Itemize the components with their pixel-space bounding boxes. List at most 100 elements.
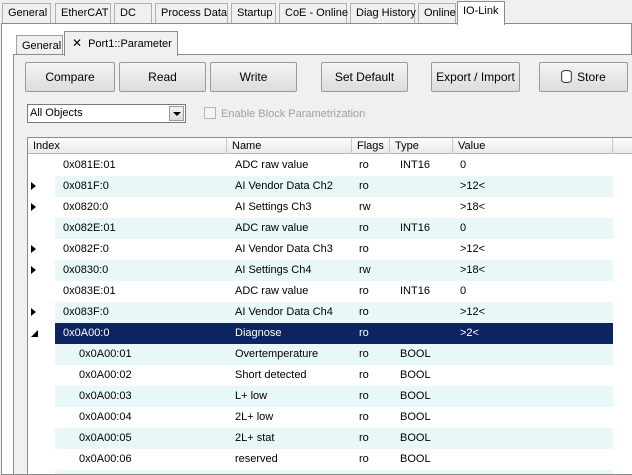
store-button[interactable]: Store	[539, 62, 628, 92]
cell-index: 0x0A00:0	[63, 327, 110, 339]
cell-flags: ro	[359, 327, 369, 339]
table-header: Index Name Flags Type Value	[28, 138, 632, 154]
cell-type: BOOL	[400, 369, 431, 381]
cell-index: 0x0820:0	[63, 201, 109, 213]
tab-ethercat[interactable]: EtherCAT	[55, 3, 111, 23]
expand-arrow-icon[interactable]	[31, 308, 36, 316]
cell-flags: ro	[359, 369, 369, 381]
subtab-port1-parameter[interactable]: ✕ Port1::Parameter	[64, 31, 178, 56]
cell-index: 0x083F:0	[63, 306, 109, 318]
table-row[interactable]: 0x0A00:06 reserved ro BOOL	[28, 449, 632, 470]
cell-value: 0	[460, 222, 467, 234]
object-filter-select[interactable]: All Objects	[27, 104, 186, 123]
column-header-flags[interactable]: Flags	[352, 138, 390, 154]
chevron-down-icon[interactable]	[169, 106, 184, 121]
write-button[interactable]: Write	[210, 62, 297, 92]
parameter-table: Index Name Flags Type Value 0x081E:01 AD…	[27, 137, 632, 475]
cell-name: Diagnose	[235, 327, 282, 339]
cell-name: AI Settings Ch4	[235, 264, 312, 276]
cell-value: >12<	[460, 306, 486, 318]
collapse-arrow-icon[interactable]	[31, 330, 38, 337]
column-header-index[interactable]: Index	[28, 138, 227, 154]
cell-flags: ro	[359, 180, 369, 192]
table-row[interactable]: 0x0A00:02 Short detected ro BOOL	[28, 365, 632, 386]
database-icon	[561, 70, 572, 83]
cell-value: >18<	[460, 264, 486, 276]
table-row-selected[interactable]: 0x0A00:0 Diagnose ro >2<	[28, 323, 632, 344]
cell-index: 0x081F:0	[63, 180, 109, 192]
cell-name: ADC raw value	[235, 285, 309, 297]
cell-flags: ro	[359, 390, 369, 402]
table-row[interactable]: 0x082E:01 ADC raw value ro INT16 0	[28, 218, 632, 239]
table-row[interactable]: 0x082F:0 AI Vendor Data Ch3 ro >12<	[28, 239, 632, 260]
cell-type: INT16	[400, 285, 430, 297]
cell-value: 0	[460, 159, 467, 171]
table-row[interactable]: 0x0A00:05 2L+ stat ro BOOL	[28, 428, 632, 449]
close-icon[interactable]: ✕	[72, 36, 82, 50]
cell-index: 0x0A00:04	[79, 411, 132, 423]
table-row[interactable]: 0x0820:0 AI Settings Ch3 rw >18<	[28, 197, 632, 218]
cell-type: BOOL	[400, 348, 431, 360]
tab-startup[interactable]: Startup	[231, 3, 276, 23]
column-header-value[interactable]: Value	[453, 138, 613, 154]
cell-index: 0x0A00:03	[79, 390, 132, 402]
cell-index: 0x081E:01	[63, 159, 116, 171]
expand-arrow-icon[interactable]	[31, 266, 36, 274]
table-row[interactable]: 0x0830:0 AI Settings Ch4 rw >18<	[28, 260, 632, 281]
tab-process-data[interactable]: Process Data	[155, 3, 228, 23]
checkbox-box[interactable]	[204, 107, 216, 119]
cell-type: BOOL	[400, 432, 431, 444]
tab-dc[interactable]: DC	[114, 3, 152, 23]
cell-index: 0x0A00:05	[79, 432, 132, 444]
cell-type: BOOL	[400, 390, 431, 402]
cell-name: AI Settings Ch3	[235, 201, 312, 213]
expand-arrow-icon[interactable]	[31, 245, 36, 253]
table-row[interactable]: 0x083F:0 AI Vendor Data Ch4 ro >12<	[28, 302, 632, 323]
cell-index: 0x0A00:01	[79, 348, 132, 360]
cell-name: Overtemperature	[235, 348, 319, 360]
tab-coe-online[interactable]: CoE - Online	[279, 3, 348, 23]
expand-arrow-icon[interactable]	[31, 203, 36, 211]
export-import-button[interactable]: Export / Import	[431, 62, 520, 92]
object-filter-value: All Objects	[30, 107, 83, 119]
cell-flags: rw	[359, 264, 371, 276]
cell-value: >2<	[460, 327, 479, 339]
cell-name: L+ low	[235, 390, 268, 402]
tab-online[interactable]: Online	[418, 3, 456, 23]
read-button[interactable]: Read	[119, 62, 206, 92]
cell-flags: ro	[359, 432, 369, 444]
tab-diag-history[interactable]: Diag History	[350, 3, 416, 23]
tab-io-link[interactable]: IO-Link	[457, 1, 505, 25]
cell-index: 0x083E:01	[63, 285, 116, 297]
cell-flags: ro	[359, 453, 369, 465]
cell-index: 0x0A00:06	[79, 453, 132, 465]
cell-flags: ro	[359, 306, 369, 318]
set-default-button[interactable]: Set Default	[321, 62, 408, 92]
cell-index: 0x0830:0	[63, 264, 109, 276]
cell-flags: ro	[359, 222, 369, 234]
cell-flags: ro	[359, 243, 369, 255]
cell-flags: ro	[359, 285, 369, 297]
store-label: Store	[577, 70, 606, 84]
cell-index: 0x0A00:02	[79, 369, 132, 381]
compare-button[interactable]: Compare	[25, 62, 115, 92]
cell-name: AI Vendor Data Ch4	[235, 306, 333, 318]
table-row-partial	[28, 470, 632, 474]
cell-name: 2L+ low	[235, 411, 274, 423]
top-tab-strip: General EtherCAT DC Process Data Startup…	[0, 0, 632, 25]
column-header-name[interactable]: Name	[227, 138, 352, 154]
table-row[interactable]: 0x083E:01 ADC raw value ro INT16 0	[28, 281, 632, 302]
tab-general[interactable]: General	[2, 3, 51, 23]
block-parametrization-checkbox[interactable]: Enable Block Parametrization	[204, 107, 365, 120]
expand-arrow-icon[interactable]	[31, 182, 36, 190]
cell-flags: ro	[359, 411, 369, 423]
table-row[interactable]: 0x0A00:01 Overtemperature ro BOOL	[28, 344, 632, 365]
table-row[interactable]: 0x0A00:04 2L+ low ro BOOL	[28, 407, 632, 428]
column-header-type[interactable]: Type	[390, 138, 453, 154]
cell-flags: rw	[359, 201, 371, 213]
table-row[interactable]: 0x0A00:03 L+ low ro BOOL	[28, 386, 632, 407]
cell-type: INT16	[400, 222, 430, 234]
subtab-general[interactable]: General	[16, 35, 63, 55]
table-row[interactable]: 0x081E:01 ADC raw value ro INT16 0	[28, 155, 632, 176]
table-row[interactable]: 0x081F:0 AI Vendor Data Ch2 ro >12<	[28, 176, 632, 197]
